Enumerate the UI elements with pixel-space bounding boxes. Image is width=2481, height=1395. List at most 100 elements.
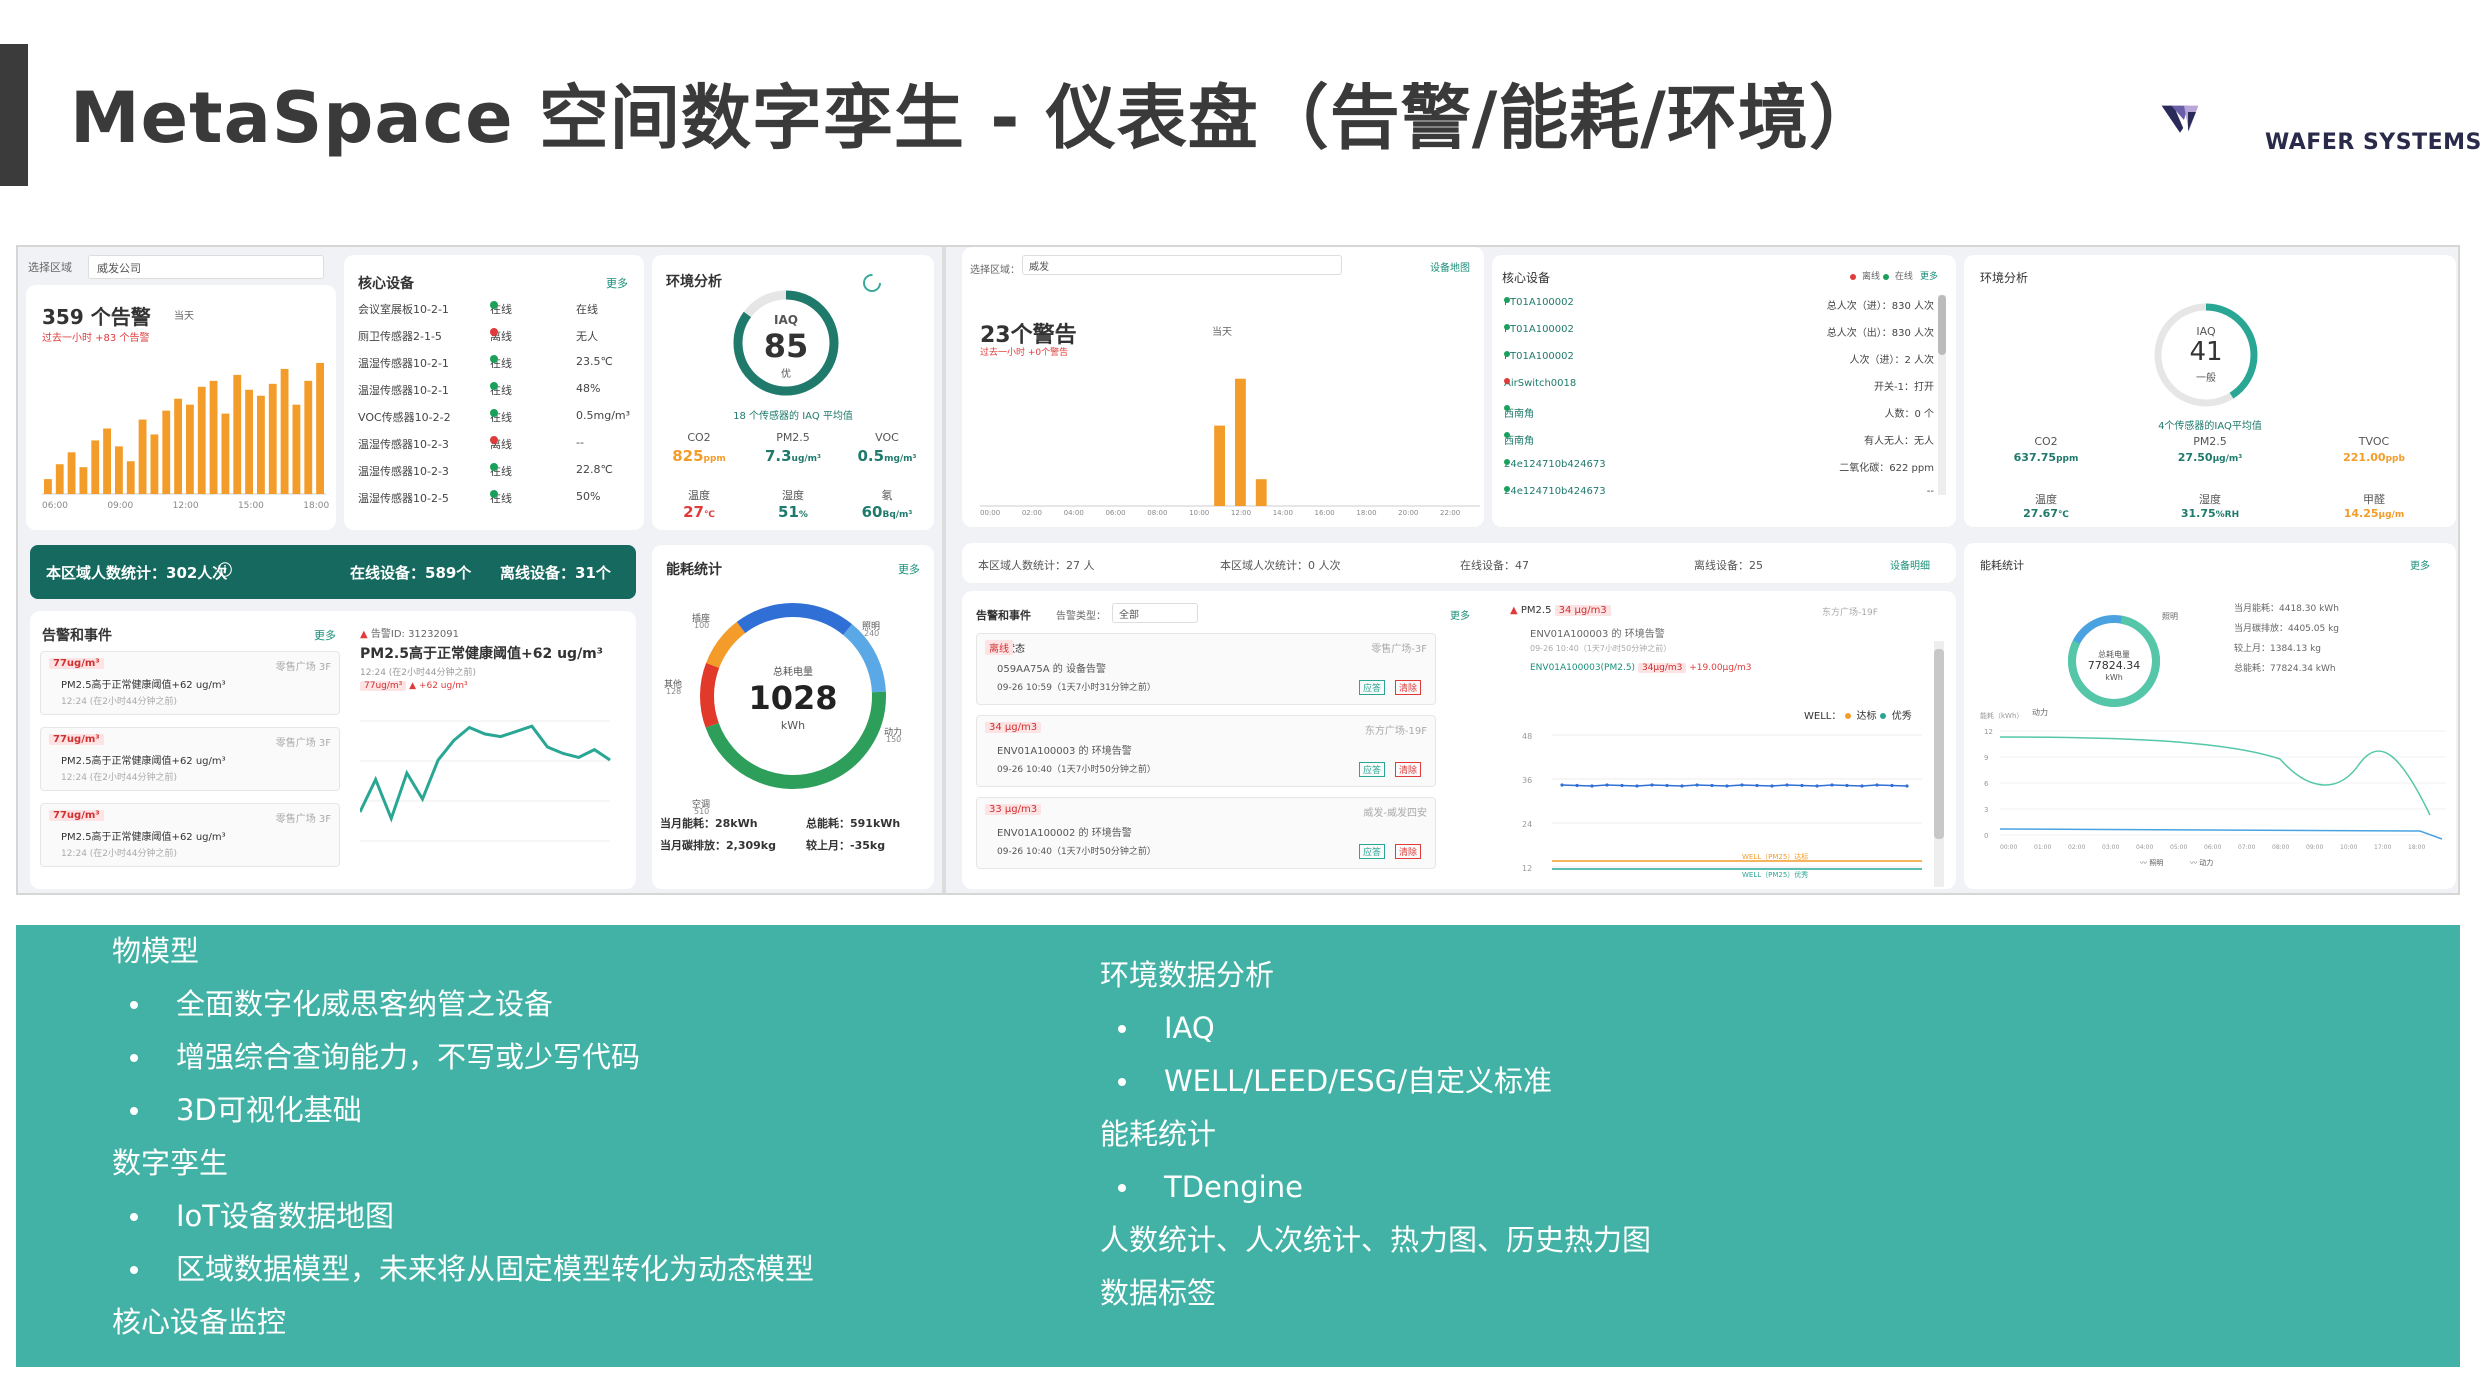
feature-item: IAQ [1164, 1011, 1215, 1045]
device-name: PT01A100002 [1504, 297, 1574, 308]
x-tick-label: 05:00 [2170, 844, 2187, 851]
alarm-item[interactable]: ▲ PM 2.5 77ug/m³零售广场 3FPM2.5高于正常健康阈值+62 … [40, 651, 340, 715]
right-energy-more[interactable]: 更多 [2410, 557, 2430, 572]
alarm-item[interactable]: ▲ PM 2.5 77ug/m³零售广场 3FPM2.5高于正常健康阈值+62 … [40, 803, 340, 867]
device-name-text: AirSwitch0018 [1504, 378, 1577, 389]
region-select[interactable]: 威发公司 [88, 255, 324, 279]
alarm-detail-id-text: 告警ID: 31232091 [370, 629, 459, 640]
bar [174, 398, 182, 494]
right-alarms-more[interactable]: 更多 [1450, 607, 1470, 622]
alarm-type-select[interactable]: 全部 [1112, 603, 1198, 623]
info-icon[interactable]: ⓘ [218, 560, 232, 580]
refresh-icon[interactable] [860, 271, 884, 295]
alarm-desc: PM2.5高于正常健康阈值+62 ug/m³ [61, 832, 226, 843]
alarm-time: 12:24 (在2小时44分钟之前) [61, 773, 177, 783]
x-tick-label: 06:00 [1105, 509, 1126, 517]
right-detail-time: 09-26 10:40（1天7小时50分钟之前） [1530, 644, 1672, 653]
right-region-select[interactable]: 威发 [1022, 255, 1342, 275]
alarms-card: 告警和事件 更多 ▲ PM 2.5 77ug/m³零售广场 3FPM2.5高于正… [30, 611, 636, 889]
x-tick-label: 20:00 [1398, 509, 1419, 517]
right-stat-visits: 本区域人次统计：0 人次 [1220, 559, 1341, 572]
right-alarms-scrollbar-thumb[interactable] [1934, 649, 1944, 839]
bar [1214, 425, 1225, 506]
metric-label: 温度 [2035, 493, 2057, 506]
alarm-item[interactable]: ▲ PM2.5 34 μg/m3东方广场-19FENV01A100003 的 环… [976, 715, 1436, 787]
status-dot [490, 382, 498, 390]
x-tick-label: 03:00 [2102, 844, 2119, 851]
pm25-point [1905, 784, 1909, 788]
x-tick-label: 18:00 [1356, 509, 1377, 517]
x-tick-label: 12:00 [1230, 509, 1252, 517]
metric-unit: Bq/m³ [882, 510, 913, 520]
metric-label: CO2 [687, 431, 711, 444]
pm25-point [1830, 783, 1834, 787]
device-row: AirSwitch0018 开关-1：打开 [1504, 378, 1934, 400]
alarm-loc: 东方广场-19F [1364, 726, 1427, 737]
feature-heading: 数字孪生 [112, 1146, 229, 1180]
pm25-point [1785, 783, 1789, 787]
alarm-item[interactable]: ▲ PM2.5 33 μg/m3威发-威发四安ENV01A100002 的 环境… [976, 797, 1436, 869]
feature-heading: 能耗统计 [1100, 1117, 1217, 1151]
feature-item: TDengine [1164, 1170, 1303, 1204]
clear-button[interactable]: 清除 [1394, 762, 1421, 777]
scrollbar-thumb[interactable] [1938, 295, 1946, 355]
clear-button[interactable]: 清除 [1394, 844, 1421, 859]
right-energy-y-unit: 能耗（kWh） [1980, 712, 2024, 720]
pm25-point [1680, 784, 1684, 788]
bar [197, 386, 206, 494]
x-tick-label: 09:00 [2306, 844, 2323, 851]
offline-dot [1850, 273, 1856, 280]
bar [257, 395, 265, 494]
pm25-point [1755, 783, 1759, 788]
device-name: PT01A100002 [1504, 351, 1574, 362]
ack-button[interactable]: 应答 [1358, 844, 1385, 859]
bar [209, 380, 218, 494]
device-value: 人数：0 个 [1884, 409, 1934, 420]
alarm-item[interactable]: ▲ PM 2.5 77ug/m³零售广场 3FPM2.5高于正常健康阈值+62 … [40, 727, 340, 791]
right-alarms-card: 告警和事件 告警类型： 全部 更多 ▲ 设备状态 离线零售广场-3F059AA7… [962, 591, 1956, 889]
pm25-point [1770, 784, 1774, 788]
right-detail-reading-tag: 34μg/m3 [1637, 663, 1687, 673]
right-alarms-scrollbar[interactable] [1934, 641, 1944, 887]
clear-button[interactable]: 清除 [1394, 680, 1421, 695]
device-status: 在线 [490, 463, 512, 479]
right-stat-online: 在线设备：47 [1460, 559, 1529, 572]
pm25-point [1845, 783, 1849, 788]
alarm-detail-delta-text: +62 ug/m³ [418, 681, 468, 691]
ack-button[interactable]: 应答 [1358, 762, 1385, 777]
ack-button[interactable]: 应答 [1358, 680, 1385, 695]
status-dot [490, 328, 498, 336]
energy-line-b [1999, 828, 2443, 840]
right-detail-loc: 东方广场-19F [1822, 608, 1878, 618]
metric-label: 氡 [881, 489, 893, 502]
right-core-more[interactable]: 更多 [1920, 269, 1938, 282]
feature-item: IoT设备数据地图 [176, 1199, 395, 1233]
device-row: PT01A100002 总人次（进）：830 人次 [1504, 297, 1934, 319]
logo-text: WAFER SYSTEMS [2265, 130, 2481, 155]
device-name: 温湿传感器10-2-3 [358, 438, 449, 451]
well-dot-b [1879, 713, 1886, 719]
energy-more-link[interactable]: 更多 [898, 561, 920, 577]
alarms-more-link[interactable]: 更多 [314, 627, 336, 643]
device-name: 24e124710b424673 [1504, 459, 1606, 470]
alarm-count: 359 个告警 [42, 305, 151, 329]
device-status: 在线 [490, 355, 512, 371]
device-map-link[interactable]: 设备地图 [1430, 259, 1470, 274]
core-more-link[interactable]: 更多 [606, 275, 628, 291]
device-row: 温湿传感器10-2-1 在线 48% [358, 382, 618, 404]
feature-item: 全面数字化威思客纳管之设备 [176, 987, 554, 1021]
device-value: 总人次（出）：830 人次 [1826, 328, 1934, 339]
device-row: PT01A100002 人次（进）：2 人次 [1504, 351, 1934, 373]
device-detail-link[interactable]: 设备明细 [1890, 557, 1930, 572]
feature-item: 区域数据模型，未来将从固定模型转化为动态模型 [176, 1252, 815, 1286]
x-tick-label: 12:00 [172, 501, 199, 511]
bar [186, 404, 194, 494]
scrollbar[interactable] [1938, 295, 1946, 495]
metric-label: 湿度 [782, 489, 804, 502]
pm25-point [1740, 783, 1744, 787]
right-energy-center-unit: kWh [2105, 673, 2123, 682]
alarm-item[interactable]: ▲ 设备状态 离线零售广场-3F059AA75A 的 设备告警09-26 10:… [976, 633, 1436, 705]
alarm-detail-tag: 77ug/m³ [360, 681, 407, 691]
iaq-value: 85 [763, 327, 809, 365]
status-dot [490, 301, 498, 309]
